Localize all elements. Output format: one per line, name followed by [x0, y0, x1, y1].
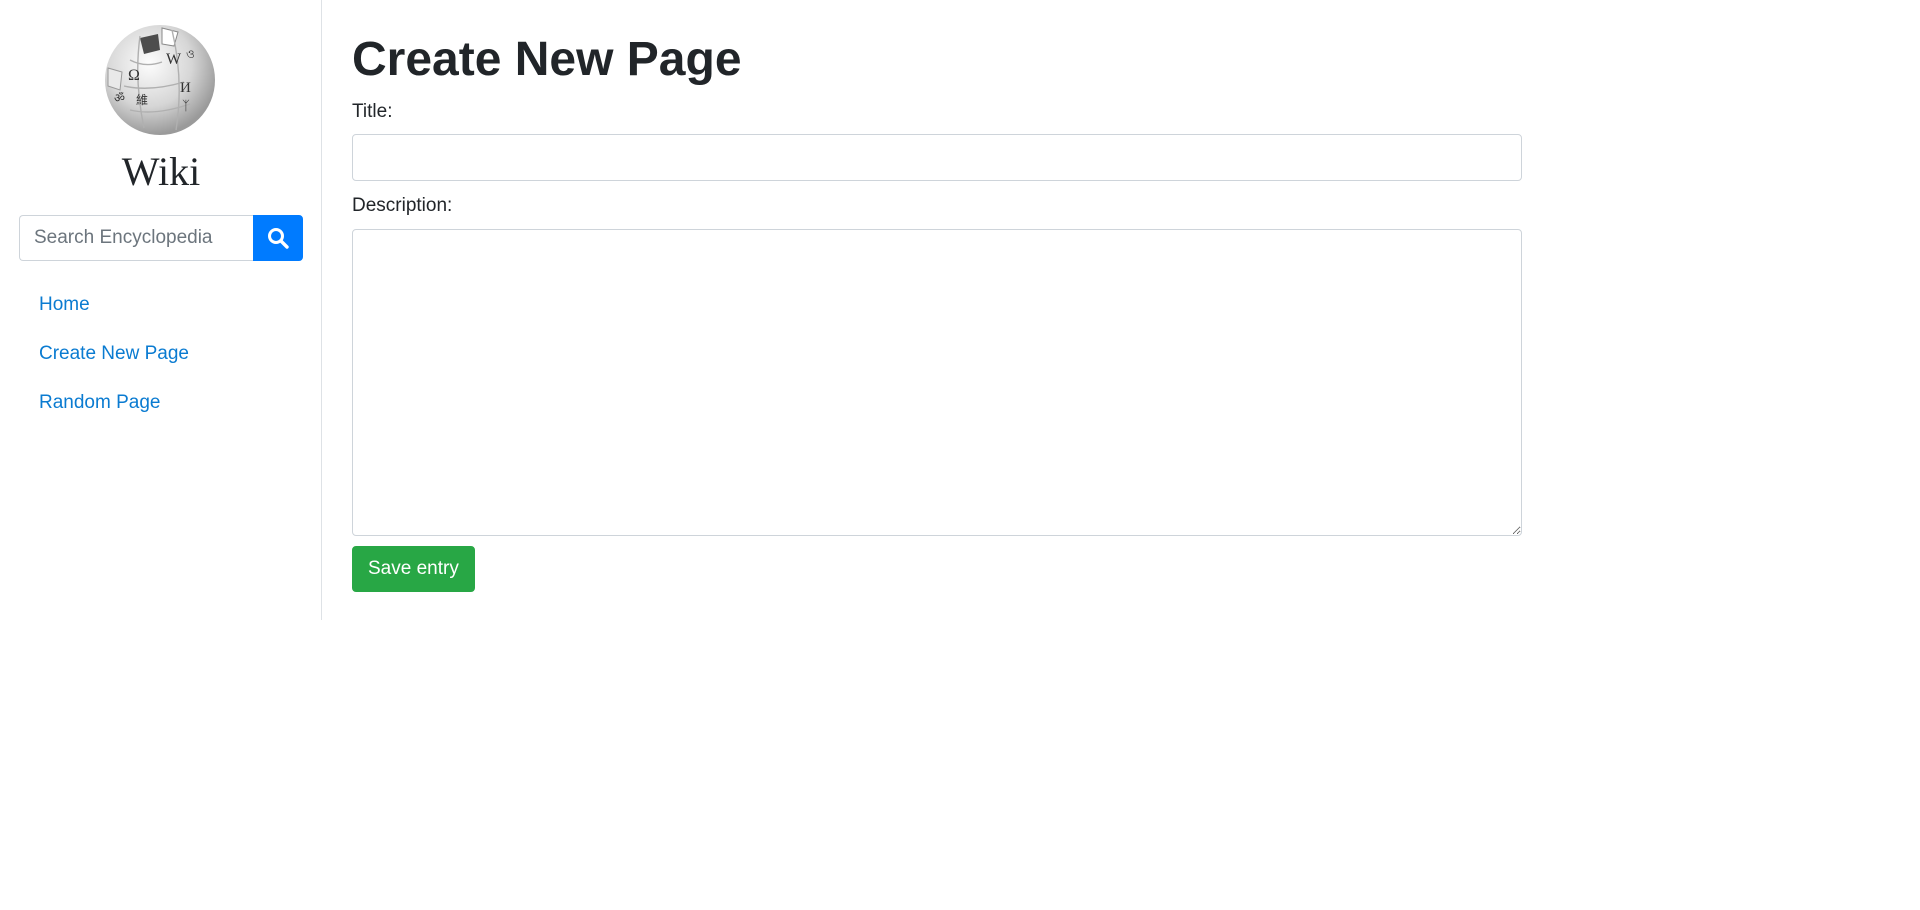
description-label: Description: — [352, 195, 453, 216]
nav-link-random-page[interactable]: Random Page — [39, 390, 189, 416]
svg-text:ও: ও — [186, 47, 195, 61]
site-name: Wiki — [121, 149, 201, 194]
description-textarea[interactable] — [352, 229, 1522, 536]
save-entry-button[interactable]: Save entry — [352, 546, 475, 592]
svg-text:ॐ: ॐ — [114, 91, 125, 105]
search-button[interactable] — [253, 215, 303, 261]
search-form — [19, 215, 303, 261]
wiki-logo-icon[interactable]: W Ω И 維 ও ᛉ ॐ — [100, 20, 220, 135]
sidebar: W Ω И 維 ও ᛉ ॐ Wiki Home Create New Page … — [0, 0, 322, 620]
search-icon — [268, 228, 289, 249]
svg-text:ᛉ: ᛉ — [182, 98, 190, 113]
nav-link-home[interactable]: Home — [39, 292, 189, 318]
page-title: Create New Page — [352, 33, 742, 86]
nav-link-create-new-page[interactable]: Create New Page — [39, 341, 189, 367]
title-label: Title: — [352, 101, 393, 122]
svg-text:Ω: Ω — [128, 67, 140, 84]
sidebar-nav: Home Create New Page Random Page — [39, 292, 189, 439]
svg-text:W: W — [166, 51, 182, 68]
search-input[interactable] — [19, 215, 253, 261]
svg-text:И: И — [180, 80, 191, 96]
title-input[interactable] — [352, 134, 1522, 181]
svg-text:維: 維 — [136, 93, 148, 107]
